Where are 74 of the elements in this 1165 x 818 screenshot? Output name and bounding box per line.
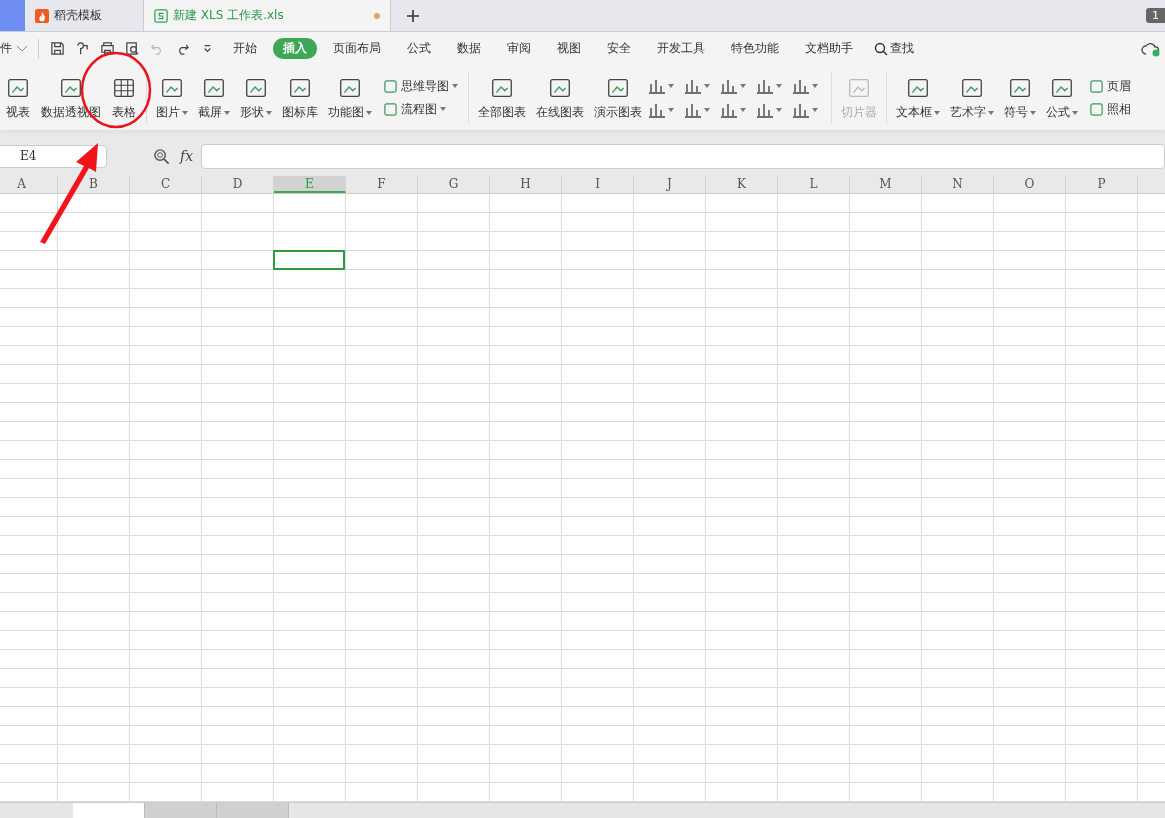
ribbon-tab[interactable]: 特色功能 — [721, 38, 789, 59]
caret-icon — [224, 110, 230, 115]
ribbon-tab[interactable]: 页面布局 — [323, 38, 391, 59]
column-header[interactable]: M — [850, 176, 922, 193]
caret-icon — [1072, 110, 1078, 115]
column-header[interactable]: C — [130, 176, 202, 193]
ribbon-button[interactable]: 图片 — [151, 75, 193, 120]
ribbon-button[interactable]: 思维导图 — [383, 78, 458, 94]
ribbon-tab[interactable]: 公式 — [397, 38, 441, 59]
window-count[interactable]: 1 — [1146, 8, 1165, 23]
caret-icon — [1030, 110, 1036, 115]
cloud-icon[interactable] — [1141, 40, 1161, 57]
search-button[interactable]: 查找 — [890, 40, 914, 57]
ribbon-button[interactable]: 艺术字 — [945, 75, 999, 120]
flame-icon — [35, 8, 49, 23]
caret-icon[interactable] — [16, 44, 28, 53]
cell-grid[interactable] — [0, 194, 1165, 802]
ribbon-button[interactable]: 文本框 — [891, 75, 945, 120]
caret-icon — [266, 110, 272, 115]
ribbon-button[interactable]: 全部图表 — [473, 75, 531, 120]
column-header[interactable]: J — [634, 176, 706, 193]
column-header[interactable]: F — [346, 176, 418, 193]
column-header[interactable]: I — [562, 176, 634, 193]
document-tab[interactable]: 稻壳模板 — [25, 0, 143, 31]
selected-cell[interactable] — [273, 250, 345, 270]
column-header[interactable]: H — [490, 176, 562, 193]
column-header[interactable]: P — [1066, 176, 1138, 193]
column-header[interactable]: G — [418, 176, 490, 193]
plus-icon[interactable] — [406, 8, 420, 23]
caret-icon — [988, 110, 994, 115]
format-painter-icon[interactable] — [75, 41, 90, 56]
search-icon[interactable] — [874, 41, 888, 56]
ribbon-button[interactable]: 形状 — [235, 75, 277, 120]
ribbon-button[interactable]: 流程图 — [383, 101, 458, 117]
caret-icon — [934, 110, 940, 115]
sheet-tab[interactable] — [145, 803, 217, 818]
column-header[interactable]: A — [0, 176, 58, 193]
caret-icon — [366, 110, 372, 115]
caret-icon — [452, 84, 458, 88]
ribbon-tab[interactable]: 视图 — [547, 38, 591, 59]
file-menu[interactable]: 件 — [0, 40, 12, 57]
ribbon-button[interactable]: 符号 — [999, 75, 1041, 120]
ribbon-tab[interactable]: 数据 — [447, 38, 491, 59]
ribbon-tab[interactable]: 审阅 — [497, 38, 541, 59]
print-preview-icon[interactable] — [125, 41, 140, 56]
column-header[interactable]: O — [994, 176, 1066, 193]
ribbon-tab[interactable]: 开发工具 — [647, 38, 715, 59]
ribbon-button[interactable]: 表格 — [106, 75, 142, 120]
sheet-tab[interactable] — [217, 803, 289, 818]
formula-input[interactable] — [201, 143, 1165, 169]
ribbon-button[interactable]: 在线图表 — [531, 75, 589, 120]
ribbon-button[interactable]: 功能图 — [323, 75, 377, 120]
ribbon-button[interactable]: 公式 — [1041, 75, 1083, 120]
ribbon-button[interactable]: 截屏 — [193, 75, 235, 120]
ribbon-button[interactable]: 页眉 — [1089, 78, 1131, 94]
ribbon-tab[interactable]: 安全 — [597, 38, 641, 59]
column-header[interactable]: N — [922, 176, 994, 193]
ribbon-tab[interactable]: 开始 — [223, 38, 267, 59]
print-icon[interactable] — [100, 41, 115, 56]
ribbon-button[interactable]: 图标库 — [277, 75, 323, 120]
ribbon-button[interactable]: 照相 — [1089, 101, 1131, 117]
sheet-tab[interactable] — [73, 803, 145, 818]
zoom-icon[interactable] — [153, 147, 170, 165]
save-icon[interactable] — [50, 41, 65, 56]
spreadsheet-icon — [154, 8, 168, 23]
column-header[interactable]: L — [778, 176, 850, 193]
caret-icon — [182, 110, 188, 115]
ribbon-tab[interactable]: 文档助手 — [795, 38, 863, 59]
ribbon-button[interactable]: 视表 — [0, 75, 36, 120]
ribbon-button[interactable]: 演示图表 — [589, 75, 647, 120]
caret-icon — [440, 107, 446, 111]
app-menu-tile[interactable] — [0, 0, 25, 31]
column-header[interactable]: K — [706, 176, 778, 193]
function-button[interactable]: fx — [180, 148, 194, 164]
